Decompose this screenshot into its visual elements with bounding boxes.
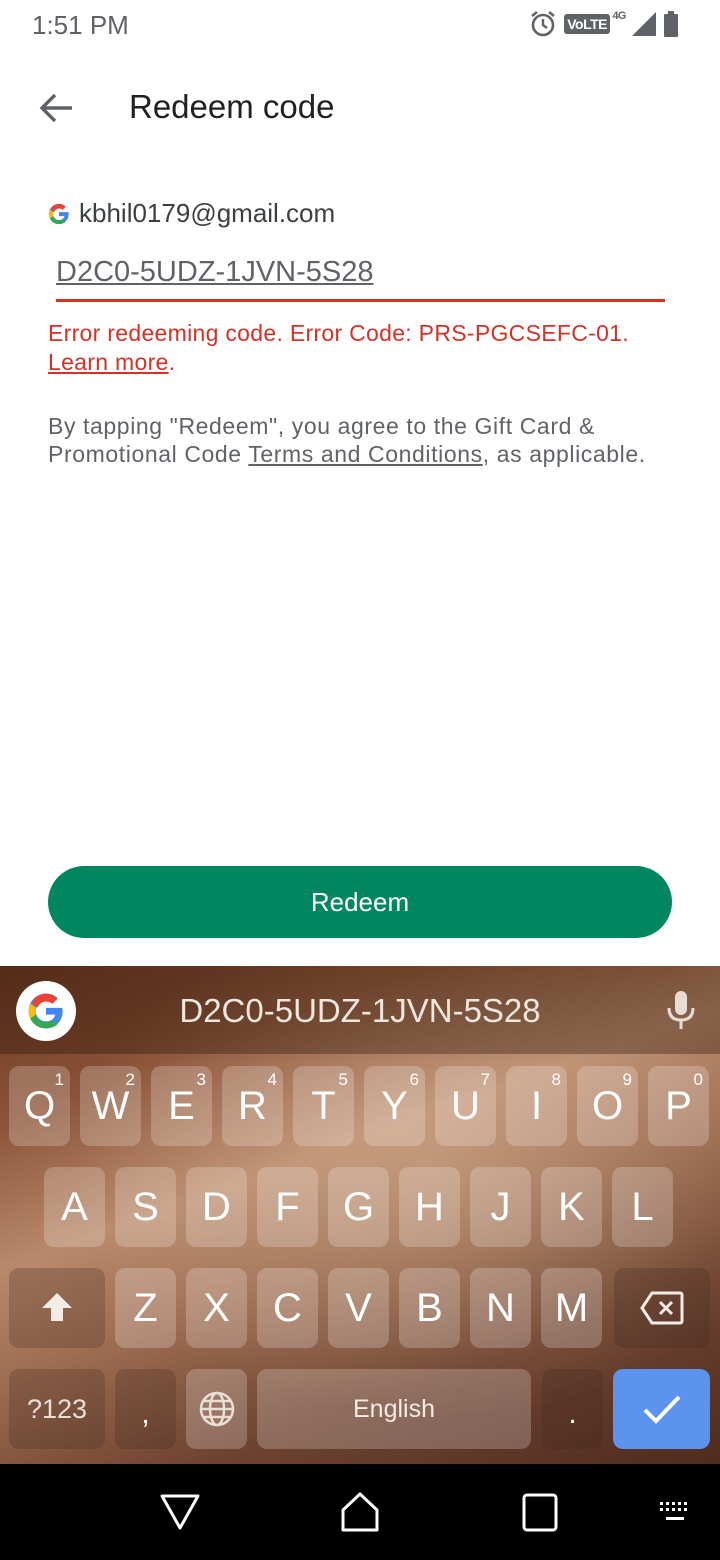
key-r[interactable]: R4 — [222, 1066, 283, 1146]
backspace-icon — [640, 1291, 684, 1325]
key-q[interactable]: Q1 — [9, 1066, 70, 1146]
suggestion-bar: D2C0-5UDZ-1JVN-5S28 — [0, 966, 720, 1054]
navigation-bar — [0, 1464, 720, 1560]
symbols-key[interactable]: ?123 — [9, 1369, 105, 1449]
key-g[interactable]: G — [328, 1167, 389, 1247]
key-t[interactable]: T5 — [293, 1066, 354, 1146]
key-hint: 6 — [409, 1070, 419, 1089]
battery-icon — [664, 11, 678, 37]
key-d[interactable]: D — [186, 1167, 247, 1247]
shift-arrow-icon — [42, 1293, 72, 1321]
key-hint: 7 — [480, 1070, 490, 1089]
key-hint: 5 — [338, 1070, 348, 1089]
key-v[interactable]: V — [328, 1268, 389, 1348]
volte-icon: VoLTE 4G — [564, 10, 626, 34]
home-icon[interactable] — [341, 1492, 379, 1532]
key-label: U — [451, 1083, 480, 1128]
account-row: kbhil0179@gmail.com — [48, 198, 335, 229]
code-input[interactable] — [56, 250, 665, 289]
key-hint: 1 — [54, 1070, 64, 1089]
backspace-key[interactable] — [614, 1268, 710, 1348]
key-a[interactable]: A — [44, 1167, 105, 1247]
key-label: E — [168, 1083, 195, 1128]
error-suffix: . — [168, 349, 176, 375]
suggestion-text[interactable]: D2C0-5UDZ-1JVN-5S28 — [0, 992, 720, 1030]
key-y[interactable]: Y6 — [364, 1066, 425, 1146]
key-o[interactable]: O9 — [577, 1066, 638, 1146]
key-hint: 3 — [196, 1070, 206, 1089]
back-triangle-icon[interactable] — [160, 1494, 200, 1530]
globe-icon — [199, 1391, 234, 1427]
key-w[interactable]: W2 — [80, 1066, 141, 1146]
page-title: Redeem code — [129, 88, 335, 125]
key-i[interactable]: I8 — [506, 1066, 567, 1146]
key-p[interactable]: P0 — [648, 1066, 709, 1146]
key-label: R — [238, 1083, 267, 1128]
period-key[interactable]: . — [542, 1369, 603, 1449]
key-label: O — [591, 1083, 624, 1128]
key-hint: 8 — [551, 1070, 561, 1089]
key-j[interactable]: J — [470, 1167, 531, 1247]
status-bar: 1:51 PM VoLTE 4G — [0, 0, 720, 50]
error-message: Error redeeming code. Error Code: PRS-PG… — [48, 319, 678, 377]
enter-key[interactable] — [613, 1369, 710, 1449]
key-l[interactable]: L — [612, 1167, 673, 1247]
key-b[interactable]: B — [399, 1268, 460, 1348]
key-s[interactable]: S — [115, 1167, 176, 1247]
network-type-label: 4G — [612, 10, 626, 22]
language-key[interactable] — [186, 1369, 247, 1449]
status-icons: VoLTE 4G — [530, 10, 678, 38]
account-email: kbhil0179@gmail.com — [79, 198, 336, 228]
alarm-icon — [531, 10, 556, 37]
key-hint: 9 — [622, 1070, 632, 1089]
key-label: I — [530, 1083, 543, 1128]
status-time: 1:51 PM — [32, 10, 129, 40]
key-z[interactable]: Z — [115, 1268, 176, 1348]
key-h[interactable]: H — [399, 1167, 460, 1247]
key-label: Q — [23, 1083, 56, 1128]
key-f[interactable]: F — [257, 1167, 318, 1247]
shift-key[interactable] — [9, 1268, 105, 1348]
comma-key[interactable]: , — [115, 1369, 176, 1449]
learn-more-link[interactable]: Learn more — [48, 349, 169, 375]
signal-icon — [632, 12, 656, 36]
checkmark-icon — [643, 1395, 680, 1424]
code-input-field[interactable] — [56, 250, 665, 302]
volte-label: VoLTE — [567, 16, 607, 32]
error-message-text: Error redeeming code. Error Code: PRS-PG… — [48, 320, 629, 346]
key-label: P — [665, 1083, 692, 1128]
key-hint: 0 — [693, 1070, 703, 1089]
key-hint: 4 — [267, 1070, 277, 1089]
key-hint: 2 — [125, 1070, 135, 1089]
key-e[interactable]: E3 — [151, 1066, 212, 1146]
terms-suffix: , as applicable. — [482, 441, 646, 467]
google-g-icon — [48, 203, 69, 224]
microphone-icon[interactable] — [666, 990, 696, 1030]
key-n[interactable]: N — [470, 1268, 531, 1348]
key-u[interactable]: U7 — [435, 1066, 496, 1146]
key-k[interactable]: K — [541, 1167, 602, 1247]
recents-icon[interactable] — [522, 1493, 558, 1533]
space-key[interactable]: English — [257, 1369, 531, 1449]
key-x[interactable]: X — [186, 1268, 247, 1348]
keyboard-switch-icon[interactable] — [658, 1500, 692, 1524]
redeem-button[interactable]: Redeem — [48, 866, 672, 938]
back-button[interactable] — [30, 86, 82, 130]
terms-text: By tapping "Redeem", you agree to the Gi… — [48, 412, 648, 468]
key-c[interactable]: C — [257, 1268, 318, 1348]
key-label: W — [91, 1083, 130, 1128]
key-m[interactable]: M — [541, 1268, 602, 1348]
app-bar: Redeem code — [0, 70, 720, 146]
key-label: T — [311, 1083, 336, 1128]
arrow-left-icon — [39, 93, 72, 123]
key-label: Y — [381, 1083, 408, 1128]
terms-link[interactable]: Terms and Conditions — [248, 441, 482, 467]
keyboard: D2C0-5UDZ-1JVN-5S28 Q1W2E3R4T5Y6U7I8O9P0… — [0, 966, 720, 1464]
